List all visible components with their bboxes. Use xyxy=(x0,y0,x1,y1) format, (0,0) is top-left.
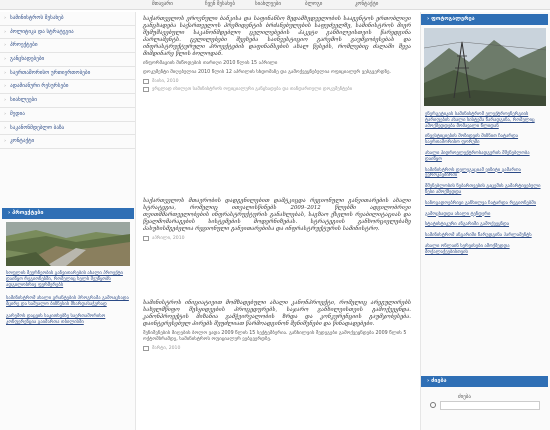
arrow-icon: › xyxy=(4,138,6,145)
gallery-photo[interactable] xyxy=(424,28,546,106)
sidebar-news-list: სოფლის მეურნეობის განვითარების ახალი პრო… xyxy=(6,271,130,326)
calendar-icon xyxy=(143,236,149,241)
news-body: საქართველოს ეროვნული ბანკისა და საფინანს… xyxy=(143,16,411,57)
sidebar-menu-item[interactable]: › პროექტები xyxy=(0,39,135,54)
search-box: ძიება xyxy=(420,392,550,416)
right-news-link[interactable]: გამოცხადდა ახალი ტენდერი xyxy=(425,212,545,218)
arrow-icon: › xyxy=(4,28,6,35)
sidebar-menu: › სამინისტროს შესახებ › პოლიტიკა და სტრატე… xyxy=(0,12,135,149)
left-sidebar: › სამინისტროს შესახებ › პოლიტიკა და სტრატე… xyxy=(0,12,136,430)
right-news-link[interactable]: ინვესტიციების მოზიდვის მიზნით ჩატარდა სა… xyxy=(425,134,545,146)
arrow-icon: › xyxy=(4,56,6,63)
calendar-icon xyxy=(143,79,149,84)
projects-photo[interactable] xyxy=(6,222,130,266)
search-label: ძიება xyxy=(458,394,471,400)
news-subtext: დოკუმენტი მიღებულია 2010 წლის 12 აპრილის… xyxy=(143,70,391,75)
right-news-link[interactable]: ახალი ონლაინ სერვისები ამოქმედდა მოქალაქ… xyxy=(425,244,545,256)
sidebar-menu-item[interactable]: › მედია xyxy=(0,108,135,122)
news-subtext: ინფორმაციის მიწოდების თარიღი 2010 წლის 1… xyxy=(143,61,278,66)
right-news-link[interactable]: ენერგეტიკის სამინისტრომ ელექტროენერგიის … xyxy=(425,112,545,129)
sidebar-news-link[interactable]: სამინისტრომ ახალი გრანტების პროგრამა გამ… xyxy=(6,296,130,308)
news-date: მაისი, 2010 xyxy=(143,79,411,84)
arrow-icon: › xyxy=(4,124,6,131)
sidebar-news-link[interactable]: გარემოს დაცვის საკითხებზე საერთაშორისო კ… xyxy=(6,314,130,326)
news-link-row[interactable]: ვრცლად იხილეთ სამინისტროს ოფიციალური გან… xyxy=(143,87,411,92)
news-item: საქართველოს ეროვნული ბანკისა და საფინანს… xyxy=(143,16,411,92)
arrow-icon: › xyxy=(4,69,6,76)
right-news-link[interactable]: სტატისტიკური ანგარიში გამოქვეყნდა xyxy=(425,222,545,228)
calendar-icon xyxy=(143,87,149,92)
sidebar-menu-item[interactable]: › პოლიტიკა და სტრატეგია xyxy=(0,26,135,40)
mountain-photo-image xyxy=(424,28,546,106)
calendar-icon xyxy=(143,346,149,351)
right-news-link[interactable]: მშენებლობის ნებართვების გაცემის გამარტივ… xyxy=(425,184,545,196)
topnav-item[interactable]: ჩვენ შესახებ xyxy=(205,1,235,7)
news-item: საქართველოს მთავრობის დადგენილებით დამტკ… xyxy=(143,198,411,241)
news-date: აპრილი, 2010 xyxy=(143,236,411,241)
topnav-item[interactable]: ბლოგი xyxy=(305,1,322,7)
right-news-list: ენერგეტიკის სამინისტრომ ელექტროენერგიის … xyxy=(425,112,545,261)
topnav-item[interactable]: სიახლეები xyxy=(255,1,281,7)
topnav-item[interactable]: კონტაქტი xyxy=(355,1,378,7)
sidebar-menu-item[interactable]: › სიახლეები xyxy=(0,94,135,108)
arrow-icon: › xyxy=(4,83,6,90)
news-body: სამინისტროს ინიციატივით მომზადებული ახალ… xyxy=(143,300,411,327)
projects-block-header: › პროექტები xyxy=(2,208,134,219)
search-block-header: › ძიება xyxy=(421,376,548,387)
arrow-icon: › xyxy=(4,110,6,117)
landscape-photo-image xyxy=(6,222,130,266)
topnav-item[interactable]: მთავარი xyxy=(152,1,173,7)
search-icon[interactable] xyxy=(430,402,436,408)
right-news-link[interactable]: ახალი ჰიდროელექტროსადგურის მშენებლობა და… xyxy=(425,151,545,163)
news-body: საქართველოს მთავრობის დადგენილებით დამტკ… xyxy=(143,198,411,232)
search-input[interactable] xyxy=(440,401,540,410)
right-news-link[interactable]: სამინისტროს დელეგაციამ ვიზიტი გამართა ევ… xyxy=(425,168,545,180)
sidebar-menu-item[interactable]: › საკანონმდებლო ბაზა xyxy=(0,122,135,136)
arrow-icon: › xyxy=(4,97,6,104)
sidebar-menu-item[interactable]: › განცხადებები xyxy=(0,53,135,67)
news-date: მარტი, 2010 xyxy=(143,346,411,351)
arrow-icon: › xyxy=(4,42,6,49)
news-item: სამინისტროს ინიციატივით მომზადებული ახალ… xyxy=(143,300,411,351)
arrow-icon: › xyxy=(4,15,6,21)
sidebar-news-link[interactable]: სოფლის მეურნეობის განვითარების ახალი პრო… xyxy=(6,271,130,290)
right-news-link[interactable]: საზოგადოებრივი განხილვა ჩატარდა რეგიონებ… xyxy=(425,201,545,207)
sidebar-menu-item[interactable]: › ადამიანური რესურსები xyxy=(0,80,135,95)
gallery-block-header: › ფოტოგალერეა xyxy=(421,14,548,25)
sidebar-menu-item[interactable]: › საერთაშორისო ურთიერთობები xyxy=(0,67,135,81)
sidebar-menu-item[interactable]: › კონტაქტი xyxy=(0,135,135,149)
right-news-link[interactable]: სამინისტრომ ანგარიში წარუდგინა პარლამენტ… xyxy=(425,233,545,239)
sidebar-menu-item[interactable]: › სამინისტროს შესახებ xyxy=(0,12,135,26)
news-subtext: შენიშვნების მიღების ბოლო ვადა 2009 წლის … xyxy=(143,331,407,342)
top-navigation: მთავარი ჩვენ შესახებ სიახლეები ბლოგი კონ… xyxy=(0,0,550,10)
